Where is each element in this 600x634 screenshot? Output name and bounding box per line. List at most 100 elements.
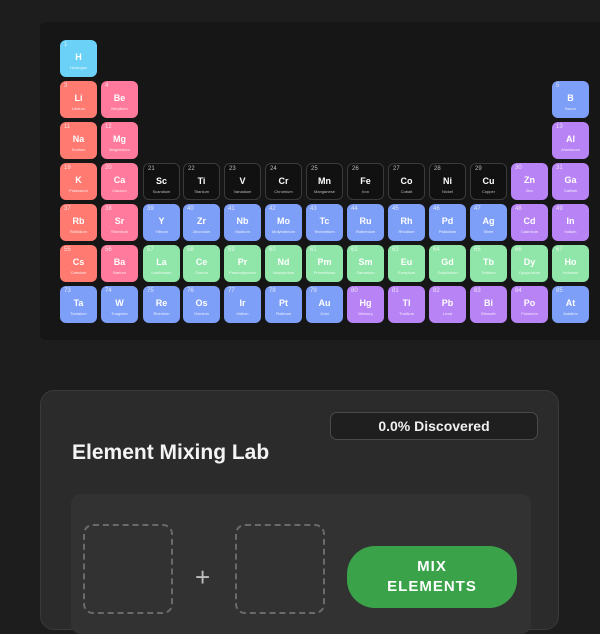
element-cell-cr[interactable]: 24 Cr Chromium: [265, 163, 302, 200]
element-number: 64: [433, 247, 440, 253]
element-cell-sc[interactable]: 21 Sc Scandium: [143, 163, 180, 200]
element-cell-hg[interactable]: 80 Hg Mercury: [347, 286, 384, 323]
element-symbol: Dy: [523, 257, 536, 267]
element-symbol: Ni: [443, 176, 452, 186]
element-cell-b[interactable]: 5 B Boron: [552, 81, 589, 118]
element-cell-pb[interactable]: 82 Pb Lead: [429, 286, 466, 323]
element-cell-at[interactable]: 85 At Astatine: [552, 286, 589, 323]
element-cell-v[interactable]: 23 V Vanadium: [224, 163, 261, 200]
element-symbol: Be: [113, 93, 126, 103]
element-cell-pt[interactable]: 78 Pt Platinum: [265, 286, 302, 323]
element-symbol: Cr: [278, 176, 289, 186]
element-cell-dy[interactable]: 66 Dy Dysprosium: [511, 245, 548, 282]
element-cell-be[interactable]: 4 Be Beryllium: [101, 81, 138, 118]
element-cell-ca[interactable]: 20 Ca Calcium: [101, 163, 138, 200]
element-number: 47: [474, 206, 481, 212]
element-number: 25: [311, 166, 318, 172]
element-cell-mn[interactable]: 25 Mn Manganese: [306, 163, 343, 200]
element-cell-ce[interactable]: 58 Ce Cerium: [183, 245, 220, 282]
mix-elements-button[interactable]: MIX ELEMENTS: [347, 546, 517, 608]
element-number: 49: [556, 206, 563, 212]
element-cell-ag[interactable]: 47 Ag Silver: [470, 204, 507, 241]
element-cell-sr[interactable]: 38 Sr Strontium: [101, 204, 138, 241]
element-cell-pm[interactable]: 61 Pm Promethium: [306, 245, 343, 282]
element-cell-gd[interactable]: 64 Gd Gadolinium: [429, 245, 466, 282]
element-cell-nd[interactable]: 60 Nd Neodymium: [265, 245, 302, 282]
element-name: Strontium: [110, 229, 129, 234]
element-symbol: Pr: [237, 257, 248, 267]
element-name: Magnesium: [109, 147, 130, 152]
element-name: Lithium: [72, 106, 85, 111]
element-cell-h[interactable]: 1 H Hydrogen: [60, 40, 97, 77]
element-cell-in[interactable]: 49 In Indium: [552, 204, 589, 241]
element-name: Niobium: [235, 229, 250, 234]
element-cell-rh[interactable]: 45 Rh Rhodium: [388, 204, 425, 241]
element-cell-zn[interactable]: 30 Zn Zinc: [511, 163, 548, 200]
element-symbol: Fe: [360, 176, 371, 186]
element-symbol: Gd: [441, 257, 454, 267]
element-number: 66: [515, 247, 522, 253]
element-name: Terbium: [481, 270, 496, 275]
element-cell-ga[interactable]: 31 Ga Gallium: [552, 163, 589, 200]
element-cell-k[interactable]: 19 K Potassium: [60, 163, 97, 200]
plus-icon: +: [195, 562, 211, 592]
element-cell-al[interactable]: 13 Al Aluminium: [552, 122, 589, 159]
element-number: 27: [393, 166, 400, 172]
element-number: 83: [474, 288, 481, 294]
element-cell-w[interactable]: 74 W Tungsten: [101, 286, 138, 323]
element-cell-zr[interactable]: 40 Zr Zirconium: [183, 204, 220, 241]
element-cell-tl[interactable]: 81 Tl Thallium: [388, 286, 425, 323]
element-cell-eu[interactable]: 63 Eu Europium: [388, 245, 425, 282]
element-cell-os[interactable]: 76 Os Osmium: [183, 286, 220, 323]
element-cell-mo[interactable]: 42 Mo Molybdenum: [265, 204, 302, 241]
element-cell-ta[interactable]: 73 Ta Tantalum: [60, 286, 97, 323]
element-cell-cu[interactable]: 29 Cu Copper: [470, 163, 507, 200]
element-cell-cd[interactable]: 48 Cd Cadmium: [511, 204, 548, 241]
element-cell-li[interactable]: 3 Li Lithium: [60, 81, 97, 118]
element-cell-tb[interactable]: 65 Tb Terbium: [470, 245, 507, 282]
element-name: Platinum: [275, 311, 292, 316]
element-cell-co[interactable]: 27 Co Cobalt: [388, 163, 425, 200]
element-cell-pr[interactable]: 59 Pr Praseodymium: [224, 245, 261, 282]
element-cell-ba[interactable]: 56 Ba Barium: [101, 245, 138, 282]
element-name: Holmium: [562, 270, 579, 275]
element-number: 28: [434, 166, 441, 172]
element-number: 65: [474, 247, 481, 253]
element-cell-y[interactable]: 39 Y Yttrium: [143, 204, 180, 241]
element-cell-bi[interactable]: 83 Bi Bismuth: [470, 286, 507, 323]
element-number: 13: [556, 124, 563, 130]
element-name: Scandium: [152, 189, 171, 194]
element-name: Yttrium: [155, 229, 168, 234]
element-name: Sodium: [71, 147, 86, 152]
element-cell-po[interactable]: 84 Po Polonium: [511, 286, 548, 323]
element-number: 42: [269, 206, 276, 212]
element-number: 29: [475, 166, 482, 172]
element-cell-sm[interactable]: 62 Sm Samarium: [347, 245, 384, 282]
lab-title: Element Mixing Lab: [72, 441, 270, 464]
discovered-badge: 0.0% Discovered: [330, 412, 538, 440]
element-cell-ru[interactable]: 44 Ru Ruthenium: [347, 204, 384, 241]
element-cell-au[interactable]: 79 Au Gold: [306, 286, 343, 323]
element-cell-mg[interactable]: 12 Mg Magnesium: [101, 122, 138, 159]
element-name: Copper: [481, 189, 496, 194]
element-cell-ho[interactable]: 67 Ho Holmium: [552, 245, 589, 282]
element-cell-na[interactable]: 11 Na Sodium: [60, 122, 97, 159]
element-cell-re[interactable]: 75 Re Rhenium: [143, 286, 180, 323]
element-symbol: H: [75, 52, 82, 62]
element-cell-la[interactable]: 57 La Lanthanum: [143, 245, 180, 282]
element-slot-2[interactable]: [235, 524, 325, 614]
element-name: Nickel: [442, 189, 453, 194]
element-cell-ir[interactable]: 77 Ir Iridium: [224, 286, 261, 323]
element-number: 22: [188, 166, 195, 172]
element-cell-ni[interactable]: 28 Ni Nickel: [429, 163, 466, 200]
element-cell-pd[interactable]: 46 Pd Palladium: [429, 204, 466, 241]
element-slot-1[interactable]: [83, 524, 173, 614]
element-cell-tc[interactable]: 43 Tc Technetium: [306, 204, 343, 241]
mix-button-line2: ELEMENTS: [387, 578, 477, 595]
element-cell-fe[interactable]: 26 Fe Iron: [347, 163, 384, 200]
element-cell-nb[interactable]: 41 Nb Niobium: [224, 204, 261, 241]
element-cell-ti[interactable]: 22 Ti Titanium: [183, 163, 220, 200]
element-cell-cs[interactable]: 55 Cs Caesium: [60, 245, 97, 282]
element-cell-rb[interactable]: 37 Rb Rubidium: [60, 204, 97, 241]
element-name: Hydrogen: [69, 65, 88, 70]
